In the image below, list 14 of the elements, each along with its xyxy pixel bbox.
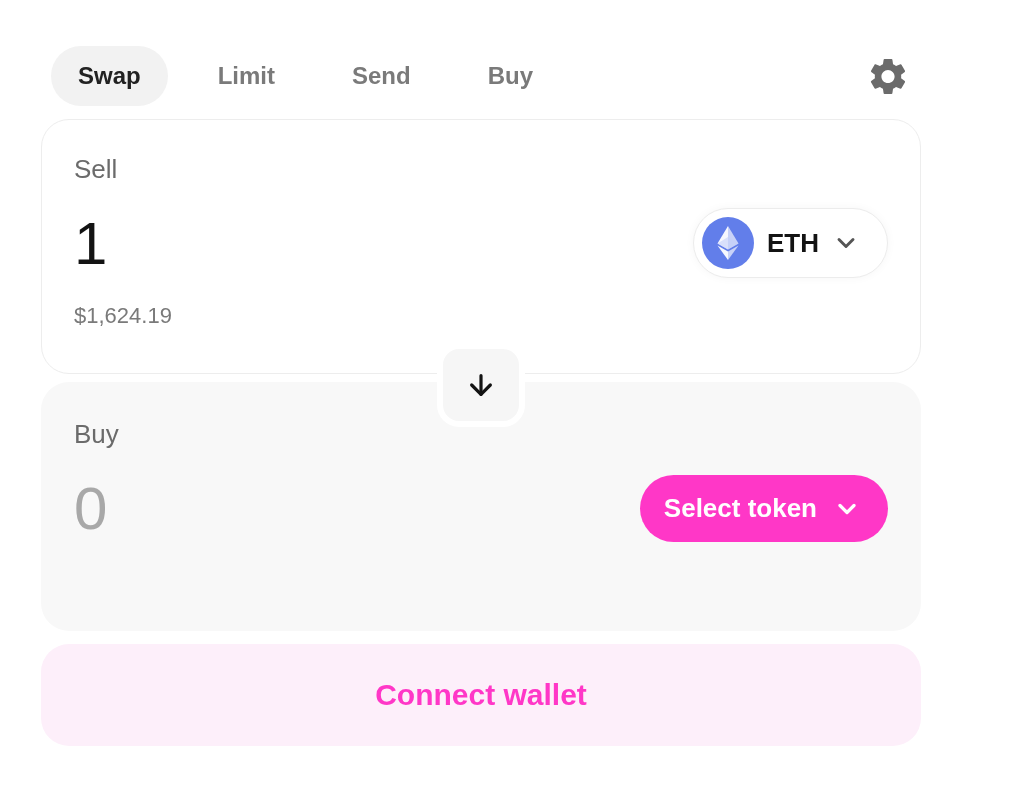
amount-input[interactable]: 0	[74, 473, 624, 544]
settings-icon[interactable]	[870, 57, 906, 95]
usd-value: $1,624.19	[74, 302, 172, 330]
tab[interactable]: Send	[325, 46, 438, 106]
tab[interactable]: Swap	[51, 46, 168, 106]
tab[interactable]: Buy	[460, 46, 561, 106]
sell-label: Sell	[74, 153, 118, 185]
ethereum-logo-icon	[702, 217, 754, 269]
select-token-button[interactable]: Select token	[639, 475, 888, 542]
buy-label: Buy	[74, 418, 119, 450]
connect-wallet-button[interactable]: Connect wallet	[41, 644, 921, 746]
token-select-button[interactable]: ETH	[693, 208, 888, 278]
amount-input[interactable]: 1	[74, 208, 677, 278]
tab[interactable]: Limit	[190, 46, 302, 106]
